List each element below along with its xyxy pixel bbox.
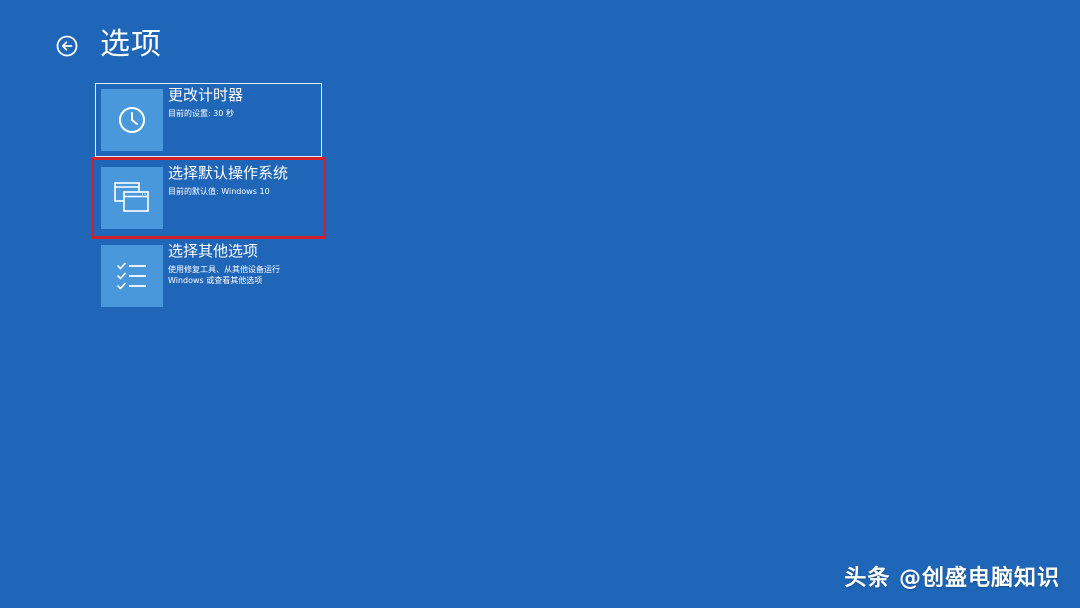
option-title: 更改计时器 bbox=[168, 86, 244, 104]
option-subtitle: 目前的设置: 30 秒 bbox=[168, 109, 234, 118]
back-button[interactable] bbox=[56, 35, 78, 57]
windows-stack-icon bbox=[114, 182, 149, 212]
option-title: 选择默认操作系统 bbox=[168, 164, 289, 182]
option-subtitle: 使用修复工具、从其他设备运行 Windows 或查看其他选项 bbox=[168, 265, 280, 285]
checklist-icon bbox=[117, 262, 146, 290]
clock-icon bbox=[119, 107, 145, 133]
watermark-text: 头条 @创盛电脑知识 bbox=[844, 566, 1060, 591]
tile-icon-box bbox=[101, 167, 163, 229]
back-arrow-icon bbox=[56, 35, 78, 57]
options-list: 更改计时器 目前的设置: 30 秒 选择默认操作系统 目前的默认值: Windo… bbox=[91, 83, 326, 317]
tile-icon-box bbox=[101, 245, 163, 307]
tile-icon-box bbox=[101, 89, 163, 151]
page-title: 选项 bbox=[100, 27, 162, 62]
option-title: 选择其他选项 bbox=[168, 242, 259, 260]
tile-text: 选择默认操作系统 目前的默认值: Windows 10 bbox=[168, 164, 320, 197]
option-choose-default-os[interactable]: 选择默认操作系统 目前的默认值: Windows 10 bbox=[91, 157, 326, 239]
option-subtitle: 目前的默认值: Windows 10 bbox=[168, 187, 270, 196]
option-change-timer[interactable]: 更改计时器 目前的设置: 30 秒 bbox=[95, 83, 322, 157]
tile-text: 更改计时器 目前的设置: 30 秒 bbox=[168, 86, 319, 119]
tile-text: 选择其他选项 使用修复工具、从其他设备运行 Windows 或查看其他选项 bbox=[168, 242, 320, 286]
option-other-options[interactable]: 选择其他选项 使用修复工具、从其他设备运行 Windows 或查看其他选项 bbox=[95, 239, 322, 313]
